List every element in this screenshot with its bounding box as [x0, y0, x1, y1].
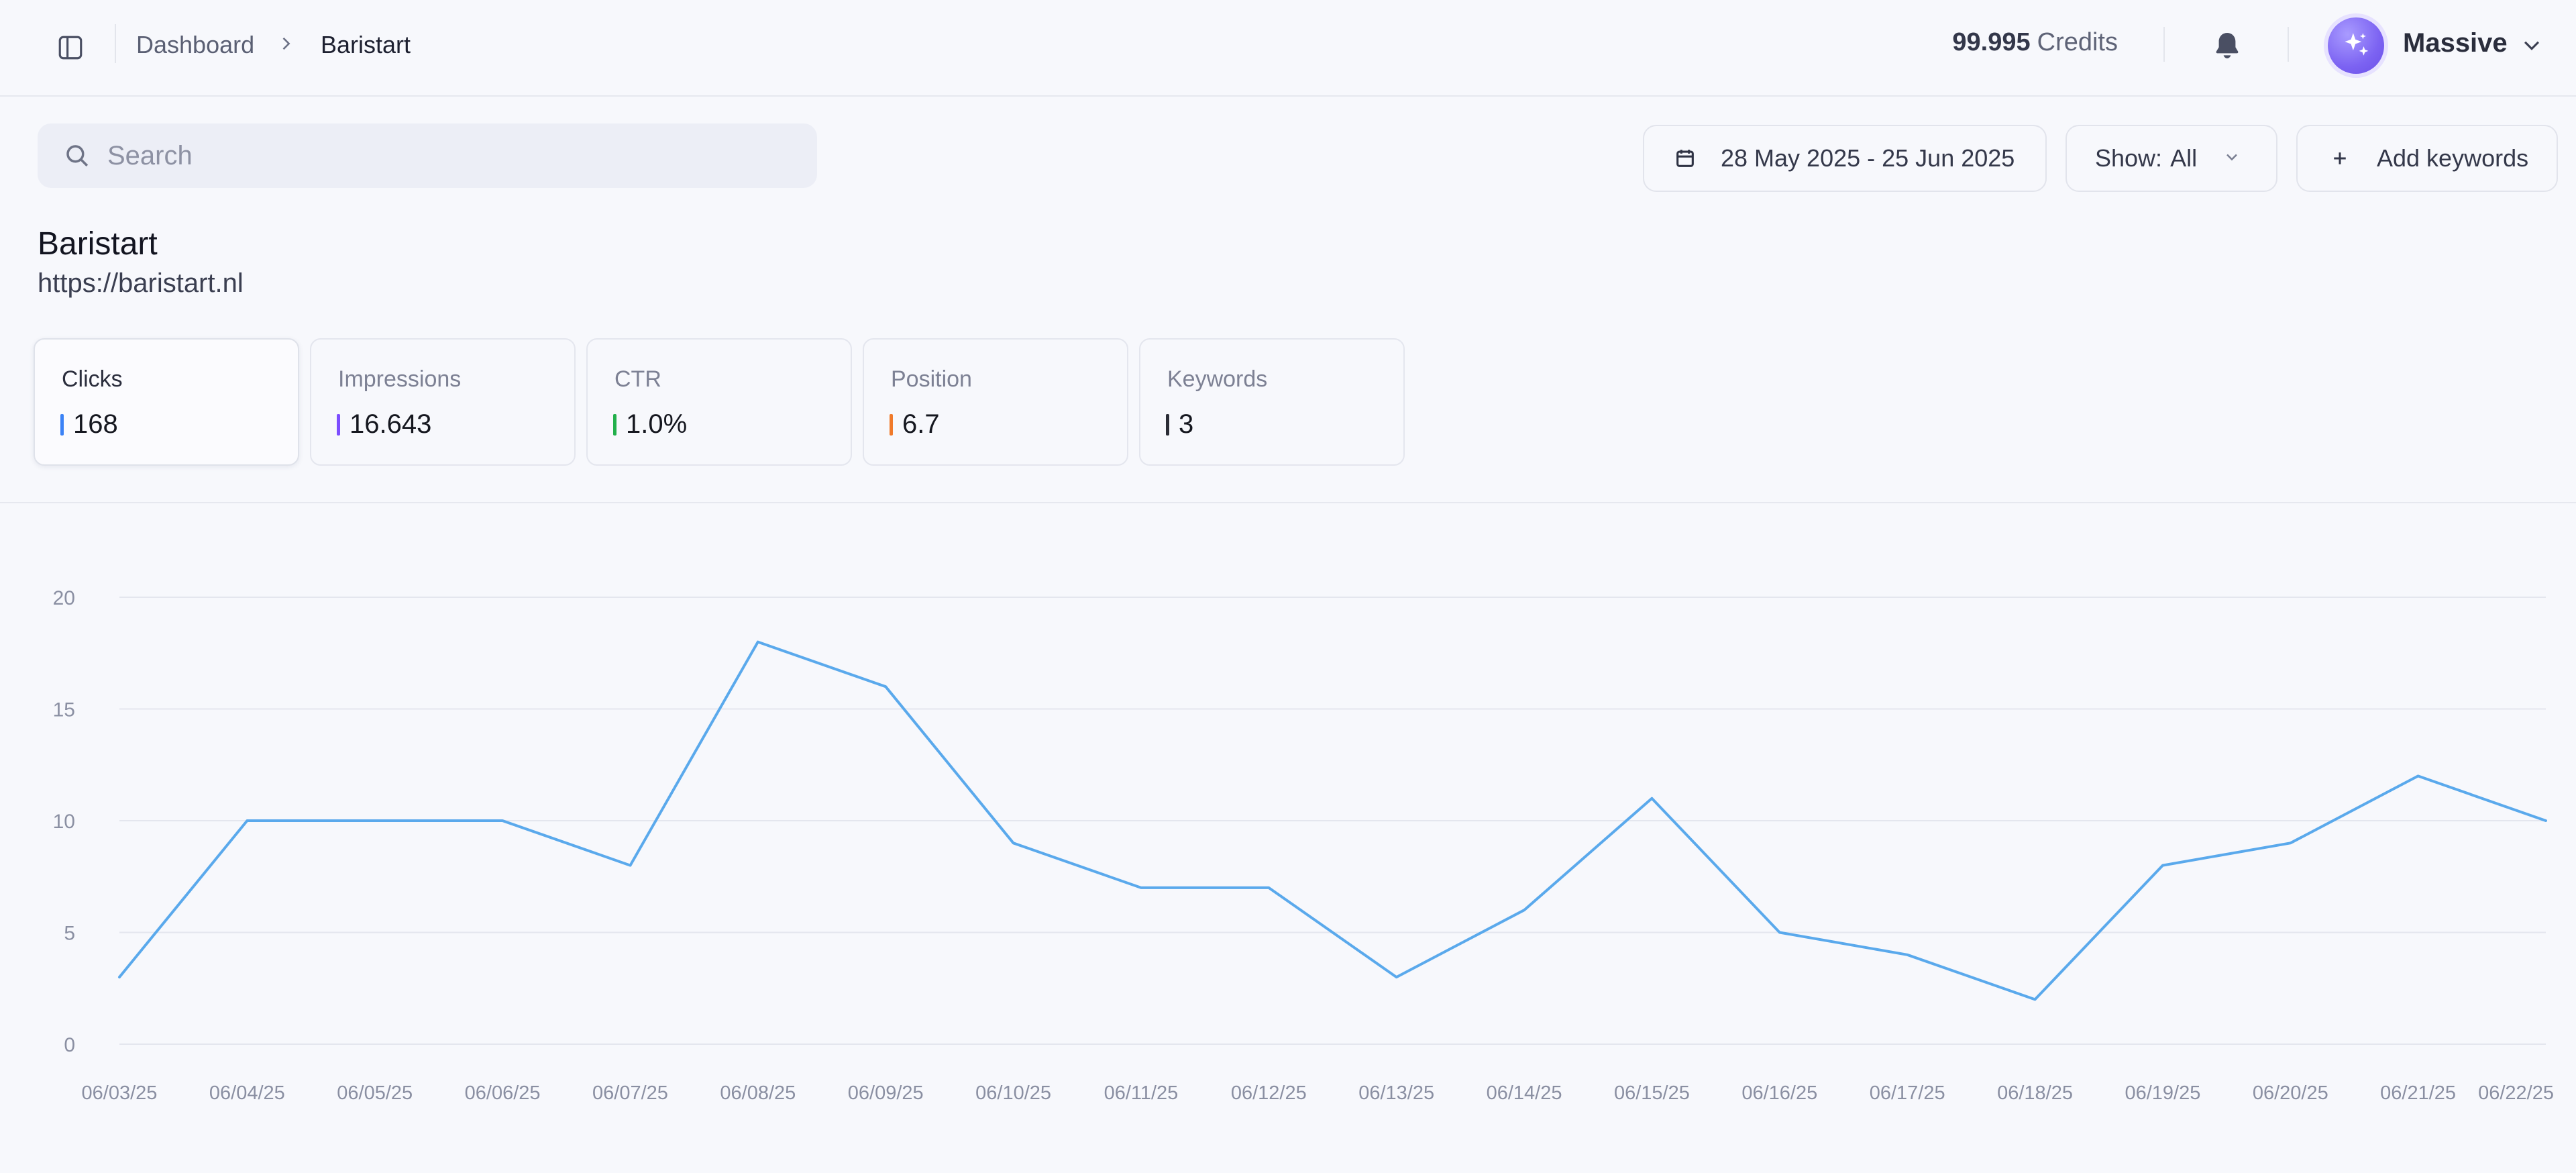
top-bar: Dashboard Baristart 99.995 Credits Massiv…: [0, 0, 2576, 97]
x-tick-label: 06/09/25: [848, 1082, 924, 1104]
date-range-label: 28 May 2025 - 25 Jun 2025: [1721, 144, 2015, 172]
sparkles-icon: [2345, 33, 2369, 56]
sidebar-toggle-button[interactable]: [52, 30, 89, 66]
y-tick-label: 10: [53, 811, 75, 833]
x-tick-label: 06/05/25: [337, 1082, 413, 1104]
credits-label: Credits: [2037, 28, 2118, 56]
chevron-down-icon[interactable]: [2520, 34, 2543, 60]
metric-value-wrap: 16.643: [337, 409, 431, 440]
x-tick-label: 06/18/25: [1997, 1082, 2073, 1104]
metric-value-wrap: 3: [1166, 409, 1193, 440]
metric-value: 6.7: [902, 409, 940, 439]
metric-color-bar: [337, 413, 340, 436]
search-icon: [66, 145, 89, 167]
metric-value-wrap: 1.0%: [613, 409, 687, 440]
plus-icon: [2334, 152, 2346, 164]
x-tick-label: 06/13/25: [1358, 1082, 1434, 1104]
metric-label: Keywords: [1167, 366, 1268, 392]
credits-value: 99.995: [1952, 28, 2031, 56]
breadcrumb-dashboard-link[interactable]: Dashboard: [136, 31, 254, 59]
add-keywords-button[interactable]: Add keywords: [2296, 125, 2558, 192]
metric-card-ctr[interactable]: CTR 1.0%: [586, 338, 852, 466]
metric-color-bar: [890, 413, 893, 436]
metric-color-bar: [60, 413, 64, 436]
show-filter-label: Show:: [2095, 144, 2163, 172]
header-divider: [115, 24, 116, 63]
clicks-line-chart: 0 5 10 15 20 06/03/25 06/04/25 06/05/25 06/06/25…: [53, 587, 2554, 1104]
show-filter-dropdown[interactable]: Show: All: [2065, 125, 2277, 192]
x-tick-label: 06/21/25: [2380, 1082, 2456, 1104]
x-tick-label: 06/15/25: [1614, 1082, 1690, 1104]
metric-label: Clicks: [62, 366, 123, 392]
x-tick-label: 06/20/25: [2253, 1082, 2328, 1104]
y-tick-label: 15: [53, 699, 75, 721]
user-menu-name[interactable]: Massive: [2403, 28, 2508, 58]
search-input[interactable]: [106, 140, 780, 172]
x-tick-label: 06/10/25: [975, 1082, 1051, 1104]
metric-card-keywords[interactable]: Keywords 3: [1139, 338, 1405, 466]
x-tick-label: 06/22/25: [2478, 1082, 2554, 1104]
bell-icon: [2216, 33, 2239, 58]
metric-value-wrap: 168: [60, 409, 118, 440]
x-tick-label: 06/19/25: [2125, 1082, 2200, 1104]
x-tick-label: 06/07/25: [592, 1082, 668, 1104]
calendar-icon: [1676, 150, 1694, 167]
breadcrumb-current: Baristart: [321, 31, 411, 58]
avatar[interactable]: [2328, 17, 2384, 74]
metric-card-position[interactable]: Position 6.7: [863, 338, 1128, 466]
metric-card-impressions[interactable]: Impressions 16.643: [310, 338, 576, 466]
header-divider: [2288, 27, 2289, 62]
search-box[interactable]: [38, 123, 817, 188]
site-title: Baristart: [38, 226, 158, 262]
y-tick-label: 20: [53, 587, 75, 609]
x-tick-label: 06/04/25: [209, 1082, 285, 1104]
site-url: https://baristart.nl: [38, 268, 244, 298]
add-keywords-label: Add keywords: [2377, 144, 2529, 172]
sidebar-toggle-icon: [58, 36, 83, 60]
metric-value-wrap: 6.7: [890, 409, 940, 440]
x-tick-label: 06/11/25: [1104, 1082, 1179, 1104]
metric-value: 3: [1179, 409, 1194, 439]
x-tick-label: 06/12/25: [1231, 1082, 1307, 1104]
credits-display: 99.995 Credits: [1952, 28, 2118, 57]
metric-card-clicks[interactable]: Clicks 168: [34, 338, 299, 466]
notifications-button[interactable]: [2208, 27, 2246, 64]
show-filter-value: All: [2170, 144, 2198, 172]
metric-value: 168: [73, 409, 118, 439]
x-tick-label: 06/08/25: [720, 1082, 796, 1104]
x-tick-label: 06/16/25: [1741, 1082, 1817, 1104]
metric-color-bar: [1166, 413, 1169, 436]
section-divider: [0, 502, 2576, 503]
metric-label: Impressions: [338, 366, 462, 392]
x-tick-label: 06/14/25: [1487, 1082, 1562, 1104]
header-divider: [2163, 27, 2165, 62]
metric-value: 1.0%: [626, 409, 688, 439]
metric-label: CTR: [614, 366, 661, 392]
y-tick-label: 5: [64, 923, 75, 945]
chevron-down-icon: [2222, 144, 2241, 172]
metric-label: Position: [891, 366, 972, 392]
app-root: Dashboard Baristart 99.995 Credits Massiv…: [0, 0, 2576, 1173]
y-tick-label: 0: [64, 1034, 75, 1056]
x-tick-label: 06/03/25: [82, 1082, 158, 1104]
x-tick-label: 06/17/25: [1870, 1082, 1945, 1104]
chevron-right-icon: [276, 34, 295, 57]
metric-color-bar: [613, 413, 616, 436]
x-tick-label: 06/06/25: [465, 1082, 541, 1104]
metric-value: 16.643: [350, 409, 432, 439]
date-range-button[interactable]: 28 May 2025 - 25 Jun 2025: [1643, 125, 2047, 192]
